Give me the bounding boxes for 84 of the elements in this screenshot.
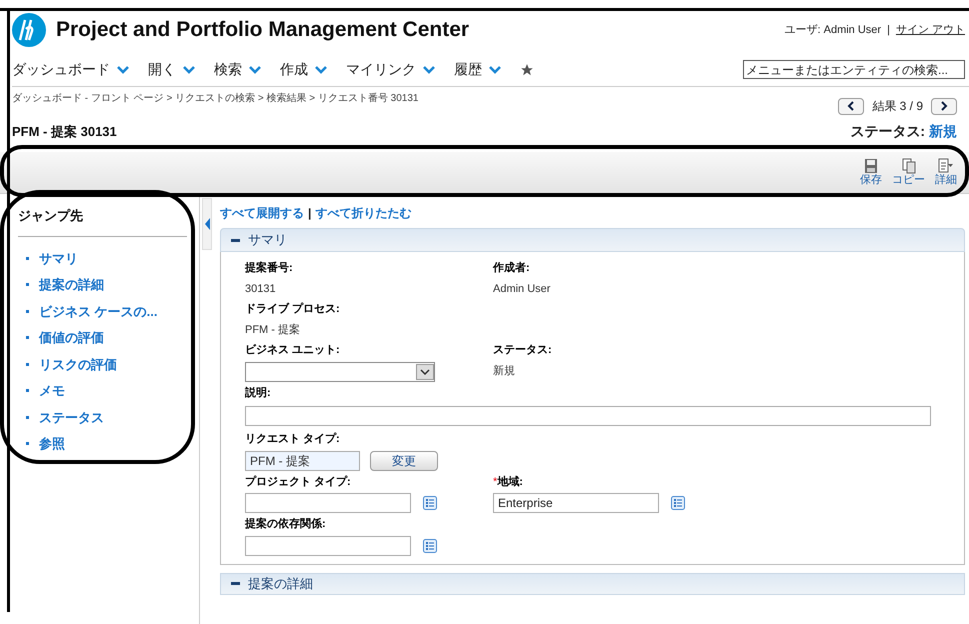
chevron-down-icon [314,64,328,74]
field-label: リクエスト タイプ: [245,432,340,447]
sidebar-link[interactable]: 価値の評価 [39,328,104,348]
previous-button[interactable] [838,98,864,114]
chevron-down-icon [182,64,196,74]
toolbar-button[interactable]: 詳細 [935,158,957,188]
page-title: PFM - 提案 30131 [12,122,117,141]
field-label: 提案番号: [245,260,293,276]
chevron-down-icon [116,64,130,74]
breadcrumb: ダッシュボード - フロント ページ > リクエストの検索 > 検索結果 > リクエスト番号 30131 [12,92,418,106]
list-icon[interactable] [423,496,437,510]
nav-menu[interactable]: 履歴 [454,59,502,80]
separator: | [887,22,890,38]
chevron-down-icon [488,64,502,74]
sidebar-link[interactable]: サマリ [39,248,78,268]
chevron-right-icon [940,101,948,111]
collapse-icon [231,582,240,585]
chevron-down-icon [248,64,262,74]
field-label: プロジェクト タイプ: [245,474,351,490]
field-value: 30131 [245,282,276,296]
document-icon [938,158,954,174]
bullet-icon [26,362,29,366]
field-label: 地域: [497,474,523,490]
app-title: Project and Portfolio Management Center [56,17,470,44]
bullet-icon [26,310,29,313]
request-type-field: PFM - 提案 [245,450,360,470]
chevron-left-icon [847,101,856,111]
field-label: ビジネス ユニット: [245,343,340,358]
field-value: Admin User [493,282,550,296]
user-label: ユーザ: Admin User [784,22,882,38]
field-label: 作成者: [493,260,530,276]
field-label: 提案の依存関係: [245,516,326,532]
expand-all-link[interactable]: すべて展開する [220,204,304,222]
result-count: 結果 3 / 9 [872,98,923,115]
bullet-icon [26,283,29,286]
logo-icon [12,13,46,47]
field-label: 説明: [245,386,271,400]
bullet-icon [26,336,29,340]
star-icon[interactable] [520,62,534,76]
lookup-field[interactable] [245,493,411,513]
collapse-icon [231,238,240,242]
collapse-arrow-icon[interactable] [204,218,210,230]
copy-icon [902,158,916,174]
field-label: ステータス: [493,343,552,358]
status-value: 新規 [929,122,957,141]
section-header[interactable]: サマリ [220,228,965,252]
bullet-icon [26,442,29,446]
nav-menu[interactable]: 検索 [214,59,262,80]
sidebar-link[interactable]: 提案の詳細 [39,275,104,294]
nav-menu[interactable]: 開く [148,59,196,80]
search-field[interactable]: メニューまたはエンティティの検索... [743,60,965,79]
bullet-icon [26,389,29,392]
list-icon[interactable] [671,496,685,510]
nav-menu[interactable]: 作成 [280,59,328,80]
select-field[interactable] [245,362,435,382]
lookup-field[interactable]: Enterprise [493,493,659,513]
sidebar-link[interactable]: メモ [39,381,65,400]
sidebar-title: ジャンプ先 [18,206,187,236]
status-label: ステータス: [850,122,925,141]
list-icon[interactable] [423,538,437,552]
sidebar-link[interactable]: ステータス [39,408,104,427]
save-icon [864,158,878,174]
field-value: PFM - 提案 [245,322,300,338]
collapse-all-link[interactable]: すべて折りたたむ [315,204,412,222]
separator: | [308,205,312,222]
field-label: ドライブ プロセス: [245,302,340,317]
sign-out-link[interactable]: サイン アウト [896,22,965,38]
toolbar-button[interactable]: 保存 [860,158,882,188]
sidebar-link[interactable]: リスクの評価 [39,354,117,374]
lookup-field[interactable] [245,536,411,556]
change-button[interactable]: 変更 [370,450,438,470]
bullet-icon [26,416,29,419]
description-field[interactable] [245,406,931,426]
section-header[interactable]: 提案の詳細 [220,572,965,594]
nav-menu[interactable]: マイリンク [346,59,436,80]
sidebar-link[interactable]: ビジネス ケースの... [39,302,158,321]
nav-menu[interactable]: ダッシュボード [12,59,130,80]
chevron-down-icon [422,64,436,74]
required-asterisk: * [493,474,498,490]
sidebar-link[interactable]: 参照 [39,434,65,454]
bullet-icon [26,256,29,260]
toolbar-button[interactable]: コピー [892,158,925,188]
field-value: 新規 [493,364,515,378]
next-button[interactable] [931,98,957,114]
